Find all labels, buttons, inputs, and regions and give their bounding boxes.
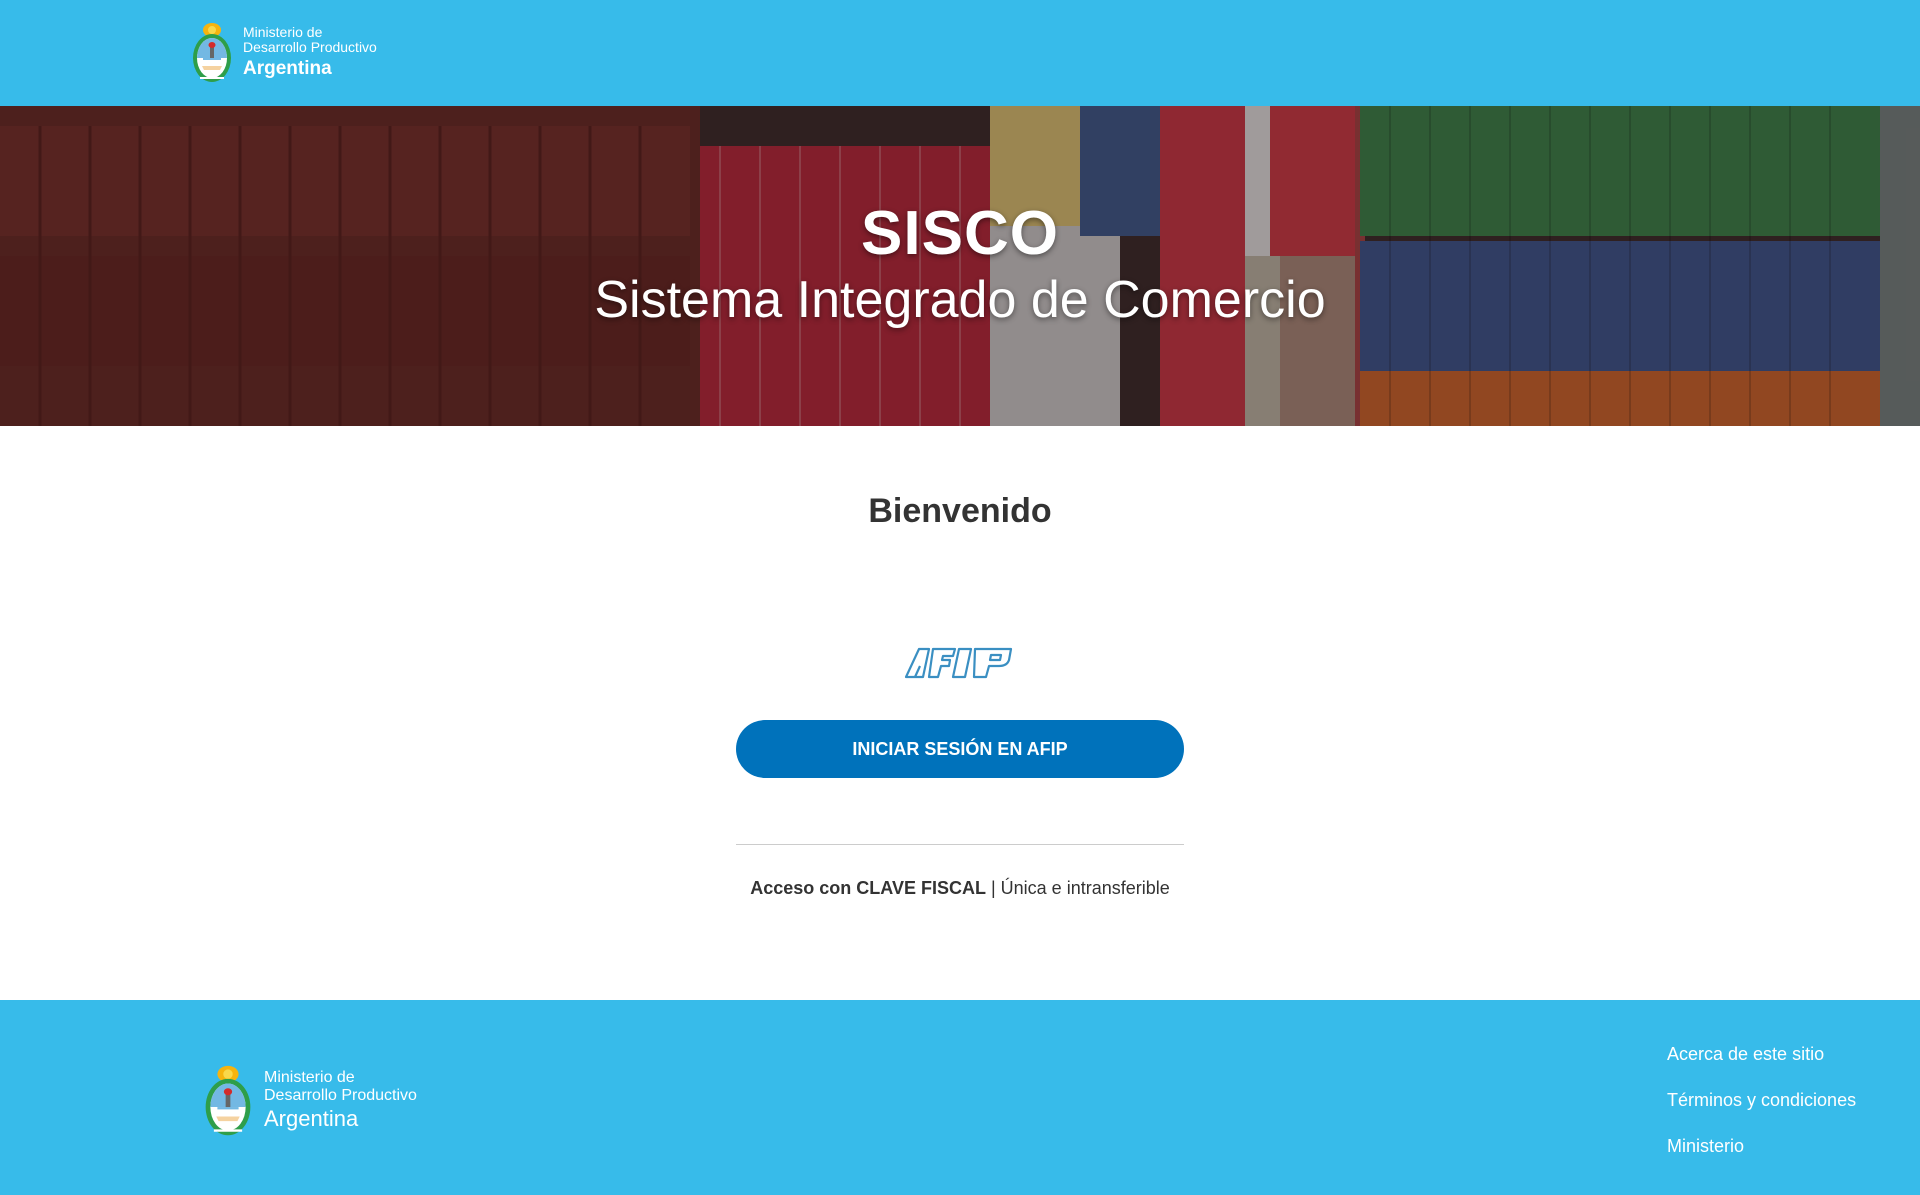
footer-ministry-name-line3: Argentina xyxy=(264,1105,359,1131)
access-note-separator: | xyxy=(985,878,1001,898)
footer-link-terms[interactable]: Términos y condiciones xyxy=(1667,1088,1856,1134)
coat-of-arms-icon xyxy=(193,23,231,82)
ministry-logo-link[interactable]: Ministerio de Desarrollo Productivo Arge… xyxy=(190,18,377,86)
divider xyxy=(736,844,1184,845)
footer-ministry-logo-link[interactable]: Ministerio de Desarrollo Productivo Arge… xyxy=(202,1060,417,1140)
welcome-heading: Bienvenido xyxy=(868,492,1052,530)
site-footer: Ministerio de Desarrollo Productivo Arge… xyxy=(0,1000,1920,1195)
afip-login-button[interactable]: INICIAR SESIÓN EN AFIP xyxy=(736,720,1184,778)
access-note-rest: Única e intransferible xyxy=(1000,878,1170,898)
coat-of-arms-icon xyxy=(205,1065,251,1136)
access-note-strong: Acceso con CLAVE FISCAL xyxy=(750,878,986,898)
footer-ministry-name: Ministerio de Desarrollo Productivo Arge… xyxy=(264,1069,417,1131)
ministry-name: Ministerio de Desarrollo Productivo Arge… xyxy=(243,23,377,80)
hero-title: SISCO xyxy=(861,199,1059,268)
afip-logo-icon xyxy=(904,647,1013,679)
footer-link-ministry[interactable]: Ministerio xyxy=(1667,1134,1856,1180)
footer-ministry-name-line1: Ministerio de xyxy=(264,1068,355,1086)
hero-banner: SISCO Sistema Integrado de Comercio xyxy=(0,106,1920,426)
footer-ministry-name-line2: Desarrollo Productivo xyxy=(264,1086,417,1104)
ministry-name-line1: Ministerio de xyxy=(243,23,323,40)
footer-link-about[interactable]: Acerca de este sitio xyxy=(1667,1042,1856,1088)
footer-links: Acerca de este sitio Términos y condicio… xyxy=(1667,1042,1856,1180)
access-note: Acceso con CLAVE FISCAL | Única e intran… xyxy=(0,878,1920,899)
ministry-name-line2: Desarrollo Productivo xyxy=(243,39,377,56)
hero-subtitle: Sistema Integrado de Comercio xyxy=(594,271,1326,329)
top-header: Ministerio de Desarrollo Productivo Arge… xyxy=(0,0,1920,106)
ministry-name-line3: Argentina xyxy=(243,58,332,80)
